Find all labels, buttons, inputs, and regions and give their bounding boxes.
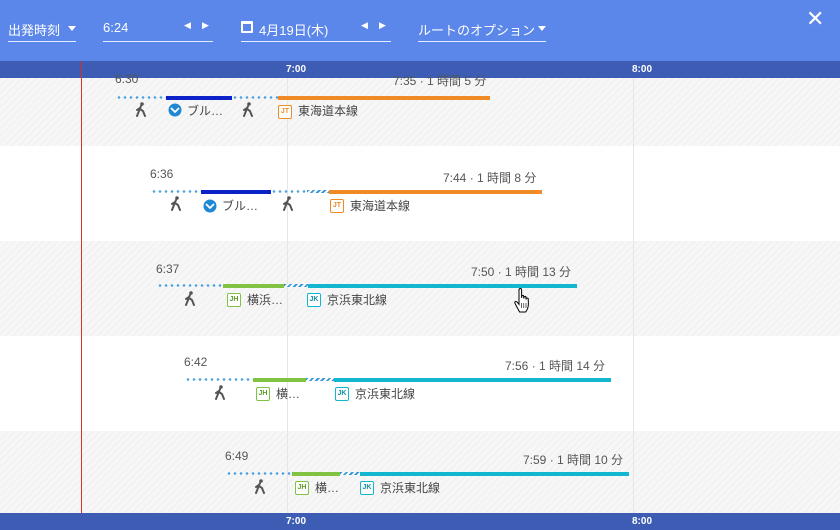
line-badge: JH bbox=[295, 481, 309, 495]
keihin-tohoku-segment bbox=[308, 284, 577, 288]
line-label: 横… bbox=[315, 481, 340, 495]
walk-icon bbox=[185, 291, 195, 306]
yokohama-line-segment bbox=[292, 472, 340, 476]
line-badge: JK bbox=[360, 481, 374, 495]
line-label: 京浜東北線 bbox=[327, 293, 388, 307]
route-depart-time: 6:42 bbox=[184, 355, 208, 369]
current-time-line bbox=[81, 61, 82, 530]
subway-segment bbox=[201, 190, 271, 194]
axis-tick-7: 7:00 bbox=[286, 64, 307, 75]
time-field[interactable]: 6:24 ◀ ▶ bbox=[103, 14, 213, 42]
route-arrival-summary: 7:56 · 1 時間 14 分 bbox=[505, 359, 606, 373]
walk-segment bbox=[157, 284, 223, 287]
walk-icon bbox=[255, 479, 265, 494]
line-label: 横… bbox=[276, 387, 301, 401]
route-arrival-summary: 7:35 · 1 時間 5 分 bbox=[393, 74, 487, 88]
time-next-button[interactable]: ▶ bbox=[202, 20, 209, 31]
top-bar: 出発時刻 6:24 ◀ ▶ 4月19日(木) ◀ ▶ ルートのオプション ✕ bbox=[0, 0, 840, 61]
line-label: 横浜… bbox=[247, 293, 284, 307]
transfer-segment bbox=[340, 472, 360, 475]
walk-icon bbox=[215, 385, 225, 400]
walk-icon bbox=[243, 102, 253, 117]
transfer-segment bbox=[284, 284, 308, 287]
route-row-bg bbox=[0, 336, 840, 431]
hand-cursor-icon bbox=[514, 288, 529, 313]
line-label: 京浜東北線 bbox=[355, 387, 416, 401]
subway-icon bbox=[168, 103, 182, 117]
close-icon[interactable]: ✕ bbox=[806, 8, 824, 30]
tokaido-segment bbox=[329, 190, 542, 194]
line-badge: JH bbox=[227, 293, 241, 307]
line-label: 東海道本線 bbox=[350, 199, 411, 213]
line-label: 京浜東北線 bbox=[380, 481, 441, 495]
yokohama-line-segment bbox=[223, 284, 284, 288]
route-depart-time: 6:49 bbox=[225, 449, 249, 463]
transfer-segment bbox=[307, 190, 329, 193]
line-badge: JH bbox=[256, 387, 270, 401]
departure-mode-value: 出発時刻 bbox=[8, 23, 61, 38]
axis-tick-8: 8:00 bbox=[632, 64, 653, 75]
calendar-icon bbox=[241, 21, 253, 33]
time-value: 6:24 bbox=[103, 20, 129, 35]
route-depart-time: 6:30 bbox=[115, 72, 139, 86]
line-label: ブル… bbox=[187, 104, 224, 118]
walk-segment bbox=[116, 96, 166, 99]
route-depart-time: 6:37 bbox=[156, 262, 180, 276]
route-arrival-summary: 7:44 · 1 時間 8 分 bbox=[443, 171, 537, 185]
tokaido-segment bbox=[278, 96, 490, 100]
date-field[interactable]: 4月19日(木) ◀ ▶ bbox=[241, 14, 391, 42]
chevron-down-icon bbox=[538, 26, 546, 31]
axis-tick-7: 7:00 bbox=[286, 516, 307, 527]
walk-segment bbox=[226, 472, 292, 475]
line-label: ブル… bbox=[222, 199, 259, 213]
yokohama-line-segment bbox=[253, 378, 306, 382]
route-row-bg bbox=[0, 241, 840, 336]
route-arrival-summary: 7:59 · 1 時間 10 分 bbox=[523, 453, 624, 467]
line-badge: JT bbox=[330, 199, 344, 213]
walk-icon bbox=[136, 102, 146, 117]
route-options-label: ルートのオプション bbox=[418, 23, 536, 38]
line-badge: JK bbox=[307, 293, 321, 307]
route-arrival-summary: 7:50 · 1 時間 13 分 bbox=[471, 265, 572, 279]
route-options-select[interactable]: ルートのオプション bbox=[418, 14, 546, 42]
walk-segment bbox=[185, 378, 253, 381]
subway-icon bbox=[203, 199, 217, 213]
date-value: 4月19日(木) bbox=[259, 23, 329, 38]
chevron-down-icon bbox=[68, 26, 76, 31]
date-prev-button[interactable]: ◀ bbox=[361, 20, 368, 31]
walk-icon bbox=[283, 196, 293, 211]
time-prev-button[interactable]: ◀ bbox=[184, 20, 191, 31]
date-next-button[interactable]: ▶ bbox=[379, 20, 386, 31]
axis-tick-8: 8:00 bbox=[632, 516, 653, 527]
line-label: 東海道本線 bbox=[298, 104, 359, 118]
route-depart-time: 6:36 bbox=[150, 167, 174, 181]
departure-mode-select[interactable]: 出発時刻 bbox=[8, 14, 76, 42]
line-badge: JT bbox=[278, 105, 292, 119]
walk-icon bbox=[171, 196, 181, 211]
gridline-7 bbox=[287, 78, 288, 513]
line-badge: JK bbox=[335, 387, 349, 401]
transfer-segment bbox=[306, 378, 334, 381]
keihin-tohoku-segment bbox=[360, 472, 629, 476]
gridline-8 bbox=[633, 78, 634, 513]
walk-segment bbox=[271, 190, 307, 193]
walk-segment bbox=[232, 96, 278, 99]
time-axis-bottom: 7:00 8:00 bbox=[0, 513, 840, 530]
subway-segment bbox=[166, 96, 232, 100]
walk-segment bbox=[151, 190, 201, 193]
keihin-tohoku-segment bbox=[334, 378, 611, 382]
